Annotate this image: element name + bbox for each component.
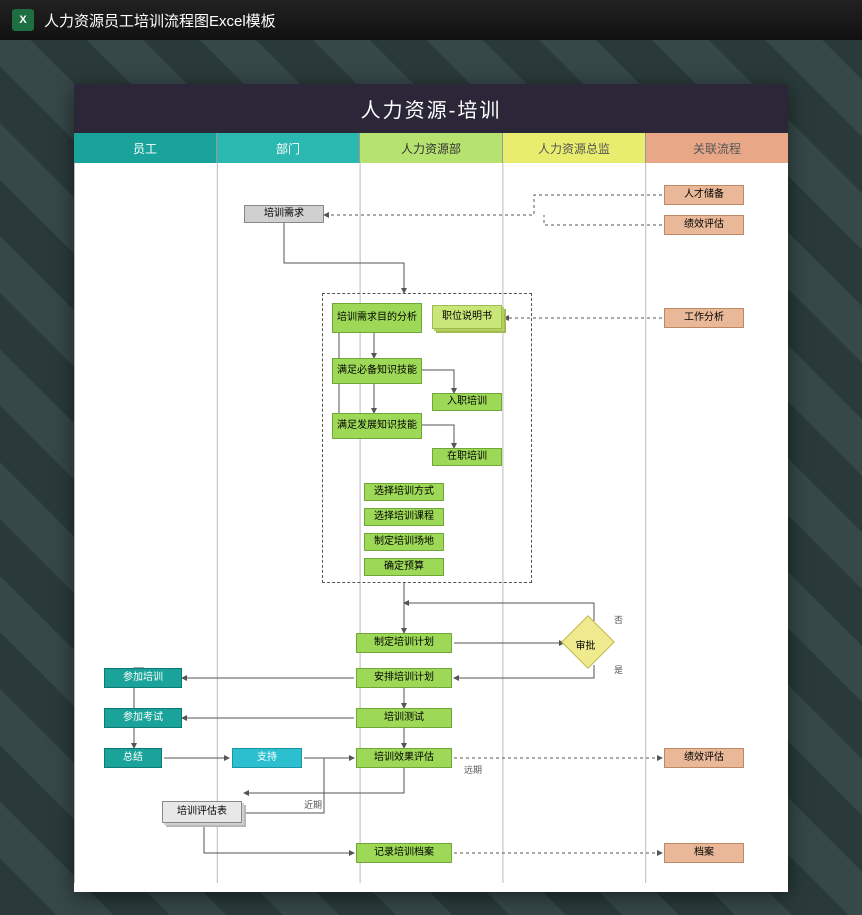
window-titlebar: X 人力资源员工培训流程图Excel模板 [0,0,862,40]
swimlanes-header: 员工 部门 人力资源部 人力资源总监 关联流程 [74,133,788,163]
node-arrange-plan: 安排培训计划 [356,668,452,688]
node-approve: 审批 [561,615,615,669]
node-summary: 总结 [104,748,162,768]
node-perf-eval-2: 绩效评估 [664,748,744,768]
lane-hr-director: 人力资源总监 [503,133,646,163]
node-onjob-training: 在职培训 [432,448,502,466]
node-support: 支持 [232,748,302,768]
lane-department: 部门 [217,133,360,163]
node-select-course: 选择培训课程 [364,508,444,526]
window-title: 人力资源员工培训流程图Excel模板 [44,10,276,31]
node-need-analysis: 培训需求目的分析 [332,303,422,333]
node-job-desc: 职位说明书 [432,305,502,329]
node-onboard-training: 入职培训 [432,393,502,411]
node-basic-knowledge: 满足必备知识技能 [332,358,422,384]
flowchart-body: 人才储备 绩效评估 工作分析 培训需求 培训需求目的分析 职位说明书 满足必备知… [74,163,788,883]
node-attend-training: 参加培训 [104,668,182,688]
node-set-budget: 确定预算 [364,558,444,576]
node-job-analysis: 工作分析 [664,308,744,328]
node-perf-eval-1: 绩效评估 [664,215,744,235]
node-eval-form: 培训评估表 [162,801,242,823]
excel-icon: X [12,9,34,31]
node-make-plan: 制定培训计划 [356,633,452,653]
lane-employee: 员工 [74,133,217,163]
diagram-canvas: 人力资源-培训 员工 部门 人力资源部 人力资源总监 关联流程 [74,84,788,892]
label-short-term: 近期 [304,798,322,811]
node-training-need: 培训需求 [244,205,324,223]
node-select-method: 选择培训方式 [364,483,444,501]
node-set-venue: 制定培训场地 [364,533,444,551]
lane-hr-dept: 人力资源部 [360,133,503,163]
node-effect-eval: 培训效果评估 [356,748,452,768]
lane-related-process: 关联流程 [646,133,788,163]
node-training-test: 培训测试 [356,708,452,728]
node-talent-reserve: 人才储备 [664,185,744,205]
node-record-archive: 记录培训档案 [356,843,452,863]
label-yes: 是 [614,663,623,676]
node-attend-exam: 参加考试 [104,708,182,728]
node-dev-knowledge: 满足发展知识技能 [332,413,422,439]
label-long-term: 远期 [464,763,482,776]
label-no: 否 [614,613,623,626]
node-archive: 档案 [664,843,744,863]
diagram-title: 人力资源-培训 [74,84,788,133]
